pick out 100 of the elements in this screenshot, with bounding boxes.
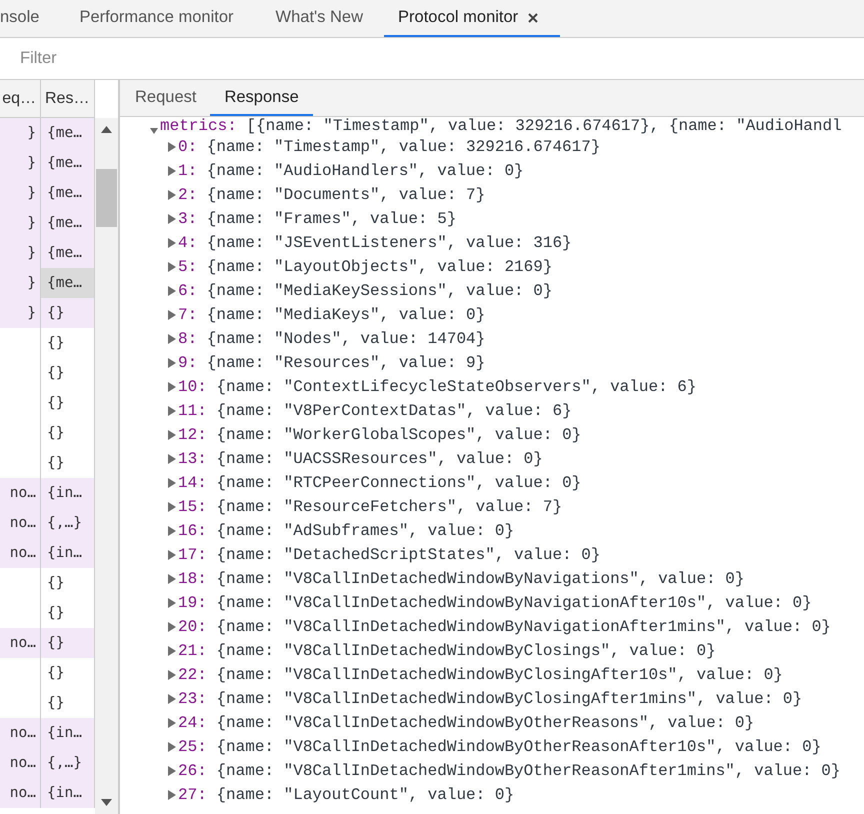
property-key: 8: (178, 330, 198, 348)
table-cell[interactable]: } (0, 178, 41, 208)
table-cell[interactable]: } (0, 298, 41, 328)
table-cell[interactable]: } (0, 238, 41, 268)
tab[interactable]: Request (121, 80, 210, 116)
caret-right-icon[interactable] (168, 406, 176, 416)
property-value: {name: "V8CallInDetachedWindowByNavigationAfter10s", value: 0} (216, 594, 812, 612)
column-header[interactable]: Res… (41, 80, 95, 117)
caret-right-icon[interactable] (168, 142, 176, 152)
table-cell[interactable]: {in… (41, 778, 95, 808)
table-cell[interactable]: {} (41, 298, 95, 328)
caret-right-icon[interactable] (168, 790, 176, 800)
caret-down-icon[interactable] (150, 127, 158, 135)
property-key: 17: (178, 546, 207, 564)
scrollbar[interactable] (95, 118, 118, 814)
tab[interactable]: Response (210, 80, 313, 116)
property-value: {name: "RTCPeerConnections", value: 0} (216, 474, 582, 492)
caret-right-icon[interactable] (168, 574, 176, 584)
table-cell[interactable]: } (0, 148, 41, 178)
table-cell[interactable]: no… (0, 778, 41, 808)
property-key: 12: (178, 426, 207, 444)
tab[interactable]: What's New (254, 0, 384, 37)
table-cell[interactable]: no… (0, 538, 41, 568)
table-cell[interactable]: {,…} (41, 748, 95, 778)
caret-right-icon[interactable] (168, 550, 176, 560)
property-value: {name: "Documents", value: 7} (206, 186, 486, 204)
tab[interactable]: Performance monitor (58, 0, 255, 37)
property-value: {name: "V8CallInDetachedWindowByNavigations", value: 0} (216, 570, 744, 588)
table-cell[interactable]: {me… (41, 238, 95, 268)
property-key: 0: (178, 138, 198, 156)
caret-right-icon[interactable] (168, 670, 176, 680)
table-cell[interactable]: } (0, 268, 41, 298)
caret-right-icon[interactable] (168, 358, 176, 368)
close-icon[interactable] (527, 12, 540, 24)
property-value: {name: "JSEventListeners", value: 316} (206, 234, 572, 252)
caret-right-icon[interactable] (168, 286, 176, 296)
property-key: 10: (178, 378, 207, 396)
caret-right-icon[interactable] (168, 262, 176, 272)
property-value: {name: "V8CallInDetachedWindowByOtherReasonAfter1mins", value: 0} (216, 762, 841, 780)
property-value: {name: "V8CallInDetachedWindowByOtherReasons", value: 0} (216, 714, 754, 732)
property-key: 4: (178, 234, 198, 252)
property-key: 20: (178, 618, 207, 636)
caret-right-icon[interactable] (168, 214, 176, 224)
table-cell[interactable]: {in… (41, 538, 95, 568)
table-cell[interactable]: no… (0, 508, 41, 538)
caret-right-icon[interactable] (168, 766, 176, 776)
caret-right-icon[interactable] (168, 598, 176, 608)
caret-right-icon[interactable] (168, 646, 176, 656)
table-cell[interactable]: no… (0, 718, 41, 748)
table-cell[interactable]: {me… (41, 178, 95, 208)
table-cell[interactable]: {} (41, 628, 95, 658)
caret-right-icon[interactable] (168, 478, 176, 488)
tab[interactable]: nsole (0, 0, 58, 37)
property-value: {name: "AudioHandlers", value: 0} (206, 162, 524, 180)
caret-right-icon[interactable] (168, 502, 176, 512)
caret-right-icon[interactable] (168, 430, 176, 440)
caret-right-icon[interactable] (168, 310, 176, 320)
table-cell[interactable]: } (0, 118, 41, 148)
property-key: 21: (178, 642, 207, 660)
caret-right-icon[interactable] (168, 526, 176, 536)
table-cell[interactable]: {,…} (41, 508, 95, 538)
property-key: metrics: (160, 117, 237, 135)
property-value: {name: "MediaKeys", value: 0} (206, 306, 486, 324)
property-key: 5: (178, 258, 198, 276)
column-header[interactable]: eq… (0, 80, 41, 117)
scrollbar-thumb[interactable] (96, 169, 117, 227)
property-value: {name: "MediaKeySessions", value: 0} (206, 282, 552, 300)
property-key: 9: (178, 354, 198, 372)
table-cell[interactable]: no… (0, 628, 41, 658)
property-key: 22: (178, 666, 207, 684)
scroll-up-icon (101, 126, 112, 133)
property-key: 11: (178, 402, 207, 420)
caret-right-icon[interactable] (168, 454, 176, 464)
caret-right-icon[interactable] (168, 694, 176, 704)
property-key: 19: (178, 594, 207, 612)
caret-right-icon[interactable] (168, 718, 176, 728)
table-cell[interactable]: } (0, 208, 41, 238)
caret-right-icon[interactable] (168, 742, 176, 752)
table-cell[interactable]: {me… (41, 118, 95, 148)
caret-right-icon[interactable] (168, 166, 176, 176)
caret-right-icon[interactable] (168, 334, 176, 344)
property-key: 1: (178, 162, 198, 180)
caret-right-icon[interactable] (168, 382, 176, 392)
property-key: 18: (178, 570, 207, 588)
table-cell[interactable]: {in… (41, 718, 95, 748)
table-cell[interactable]: {in… (41, 478, 95, 508)
property-value: {name: "AdSubframes", value: 0} (216, 522, 514, 540)
table-cell[interactable]: no… (0, 748, 41, 778)
property-key: 15: (178, 498, 207, 516)
table-cell[interactable]: {me… (41, 148, 95, 178)
property-value: {name: "V8CallInDetachedWindowByNavigationAfter1mins", value: 0} (216, 618, 831, 636)
caret-right-icon[interactable] (168, 190, 176, 200)
caret-right-icon[interactable] (168, 622, 176, 632)
caret-right-icon[interactable] (168, 238, 176, 248)
table-cell[interactable]: {me… (41, 268, 95, 298)
table-cell[interactable]: {me… (41, 208, 95, 238)
property-value: {name: "Nodes", value: 14704} (206, 330, 486, 348)
property-key: 16: (178, 522, 207, 540)
table-cell[interactable]: no… (0, 478, 41, 508)
tab[interactable]: Protocol monitor (384, 0, 560, 37)
